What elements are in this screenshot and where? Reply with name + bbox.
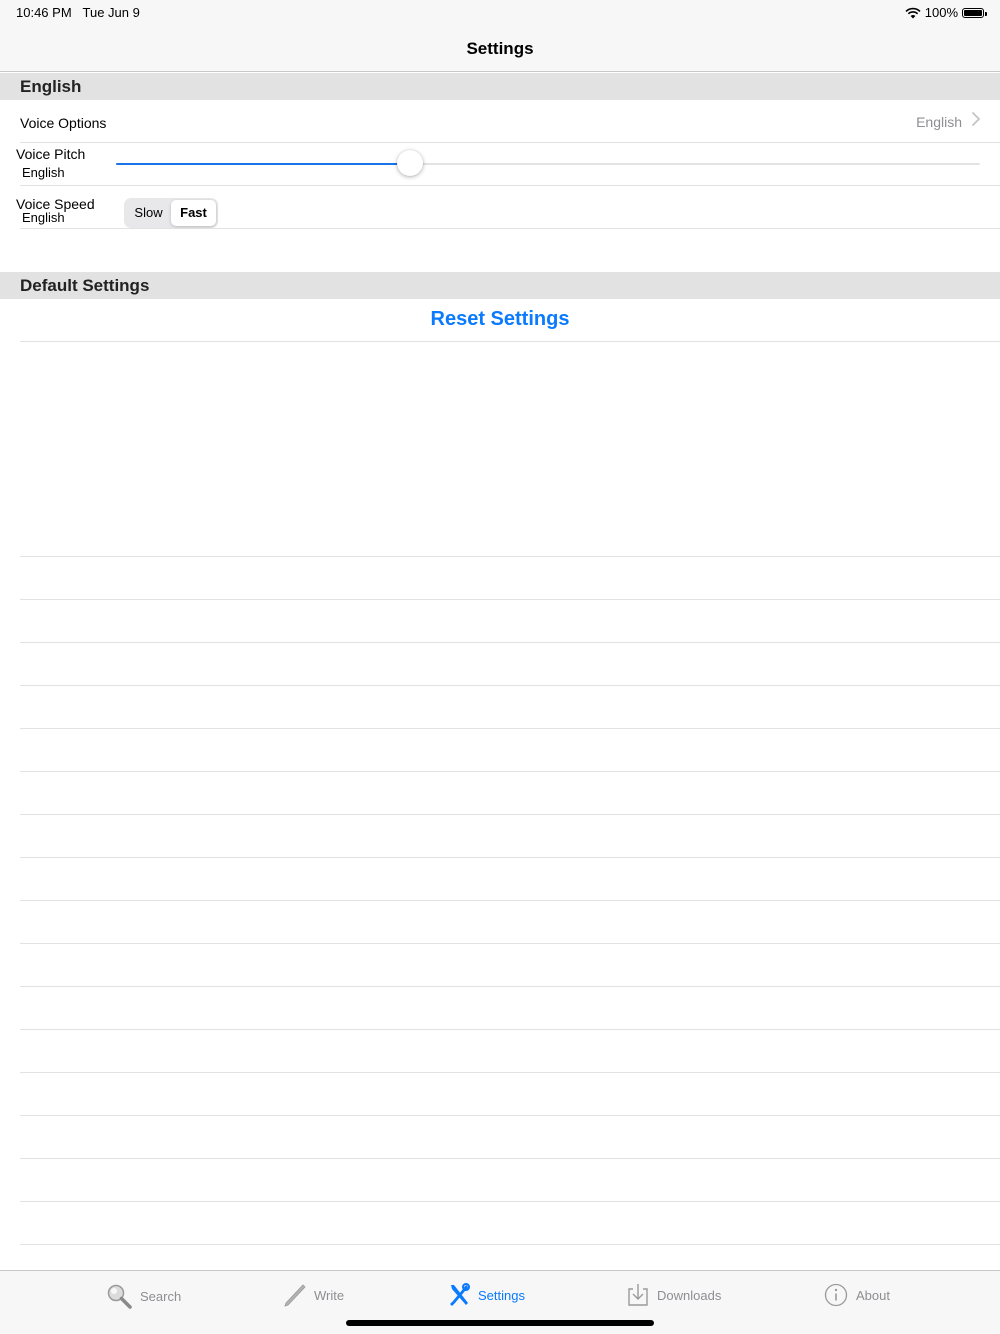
tools-icon (450, 1283, 470, 1306)
magnifier-icon (107, 1284, 132, 1309)
row-separator (20, 1072, 1000, 1073)
status-clock: 10:46 PM (16, 5, 72, 20)
status-time: 10:46 PM Tue Jun 9 (16, 5, 140, 20)
row-separator (20, 599, 1000, 600)
row-separator (20, 857, 1000, 858)
voice-pitch-slider[interactable] (116, 150, 980, 176)
tab-label: Write (314, 1287, 345, 1303)
home-indicator (346, 1320, 654, 1326)
navigation-bar: Settings (0, 24, 1000, 72)
tab-about[interactable]: About (824, 1283, 890, 1307)
slider-thumb[interactable] (396, 150, 423, 176)
chevron-right-icon (972, 112, 980, 126)
tab-label: About (856, 1287, 890, 1303)
voice-pitch-sublabel: English (22, 165, 65, 180)
info-icon (824, 1283, 848, 1307)
row-separator (20, 986, 1000, 987)
download-tray-icon (628, 1284, 648, 1306)
voice-speed-sublabel: English (22, 210, 65, 225)
voice-speed-segmented-control: Slow Fast (124, 198, 218, 228)
reset-settings-button[interactable]: Reset Settings (0, 308, 1000, 331)
voice-options-row[interactable]: Voice Options English (0, 100, 1000, 142)
row-separator (20, 556, 1000, 557)
segment-fast[interactable]: Fast (171, 200, 216, 226)
row-separator (20, 341, 1000, 342)
tab-settings[interactable]: Settings (448, 1283, 525, 1307)
status-indicators: 100% (905, 5, 987, 20)
battery-icon (962, 7, 987, 18)
pencil-icon (284, 1284, 306, 1307)
tab-search[interactable]: Search (106, 1283, 181, 1309)
row-separator (20, 1201, 1000, 1202)
tab-downloads[interactable]: Downloads (627, 1283, 721, 1307)
status-date: Tue Jun 9 (82, 5, 140, 20)
voice-options-value: English (916, 114, 962, 130)
voice-pitch-label: Voice Pitch (16, 146, 86, 162)
row-separator (20, 685, 1000, 686)
row-separator (20, 1029, 1000, 1030)
tab-label: Settings (478, 1287, 525, 1303)
row-separator (20, 642, 1000, 643)
battery-percent: 100% (924, 5, 958, 20)
section-header-defaults: Default Settings (0, 272, 1000, 299)
section-header-language: English (0, 73, 1000, 100)
row-separator (20, 900, 1000, 901)
row-separator (20, 1115, 1000, 1116)
slider-fill (116, 163, 410, 165)
status-bar: 10:46 PM Tue Jun 9 100% (0, 0, 1000, 24)
tab-write[interactable]: Write (284, 1283, 344, 1307)
page-title: Settings (466, 39, 534, 58)
row-separator (20, 943, 1000, 944)
row-separator (20, 1158, 1000, 1159)
row-separator (20, 771, 1000, 772)
tab-label: Downloads (657, 1287, 722, 1303)
wifi-icon (905, 7, 921, 18)
tab-label: Search (140, 1288, 182, 1304)
segment-slow[interactable]: Slow (126, 200, 171, 226)
row-separator (20, 228, 1000, 229)
row-separator (20, 814, 1000, 815)
row-separator (20, 728, 1000, 729)
row-separator (20, 1244, 1000, 1245)
voice-options-label: Voice Options (20, 115, 107, 131)
